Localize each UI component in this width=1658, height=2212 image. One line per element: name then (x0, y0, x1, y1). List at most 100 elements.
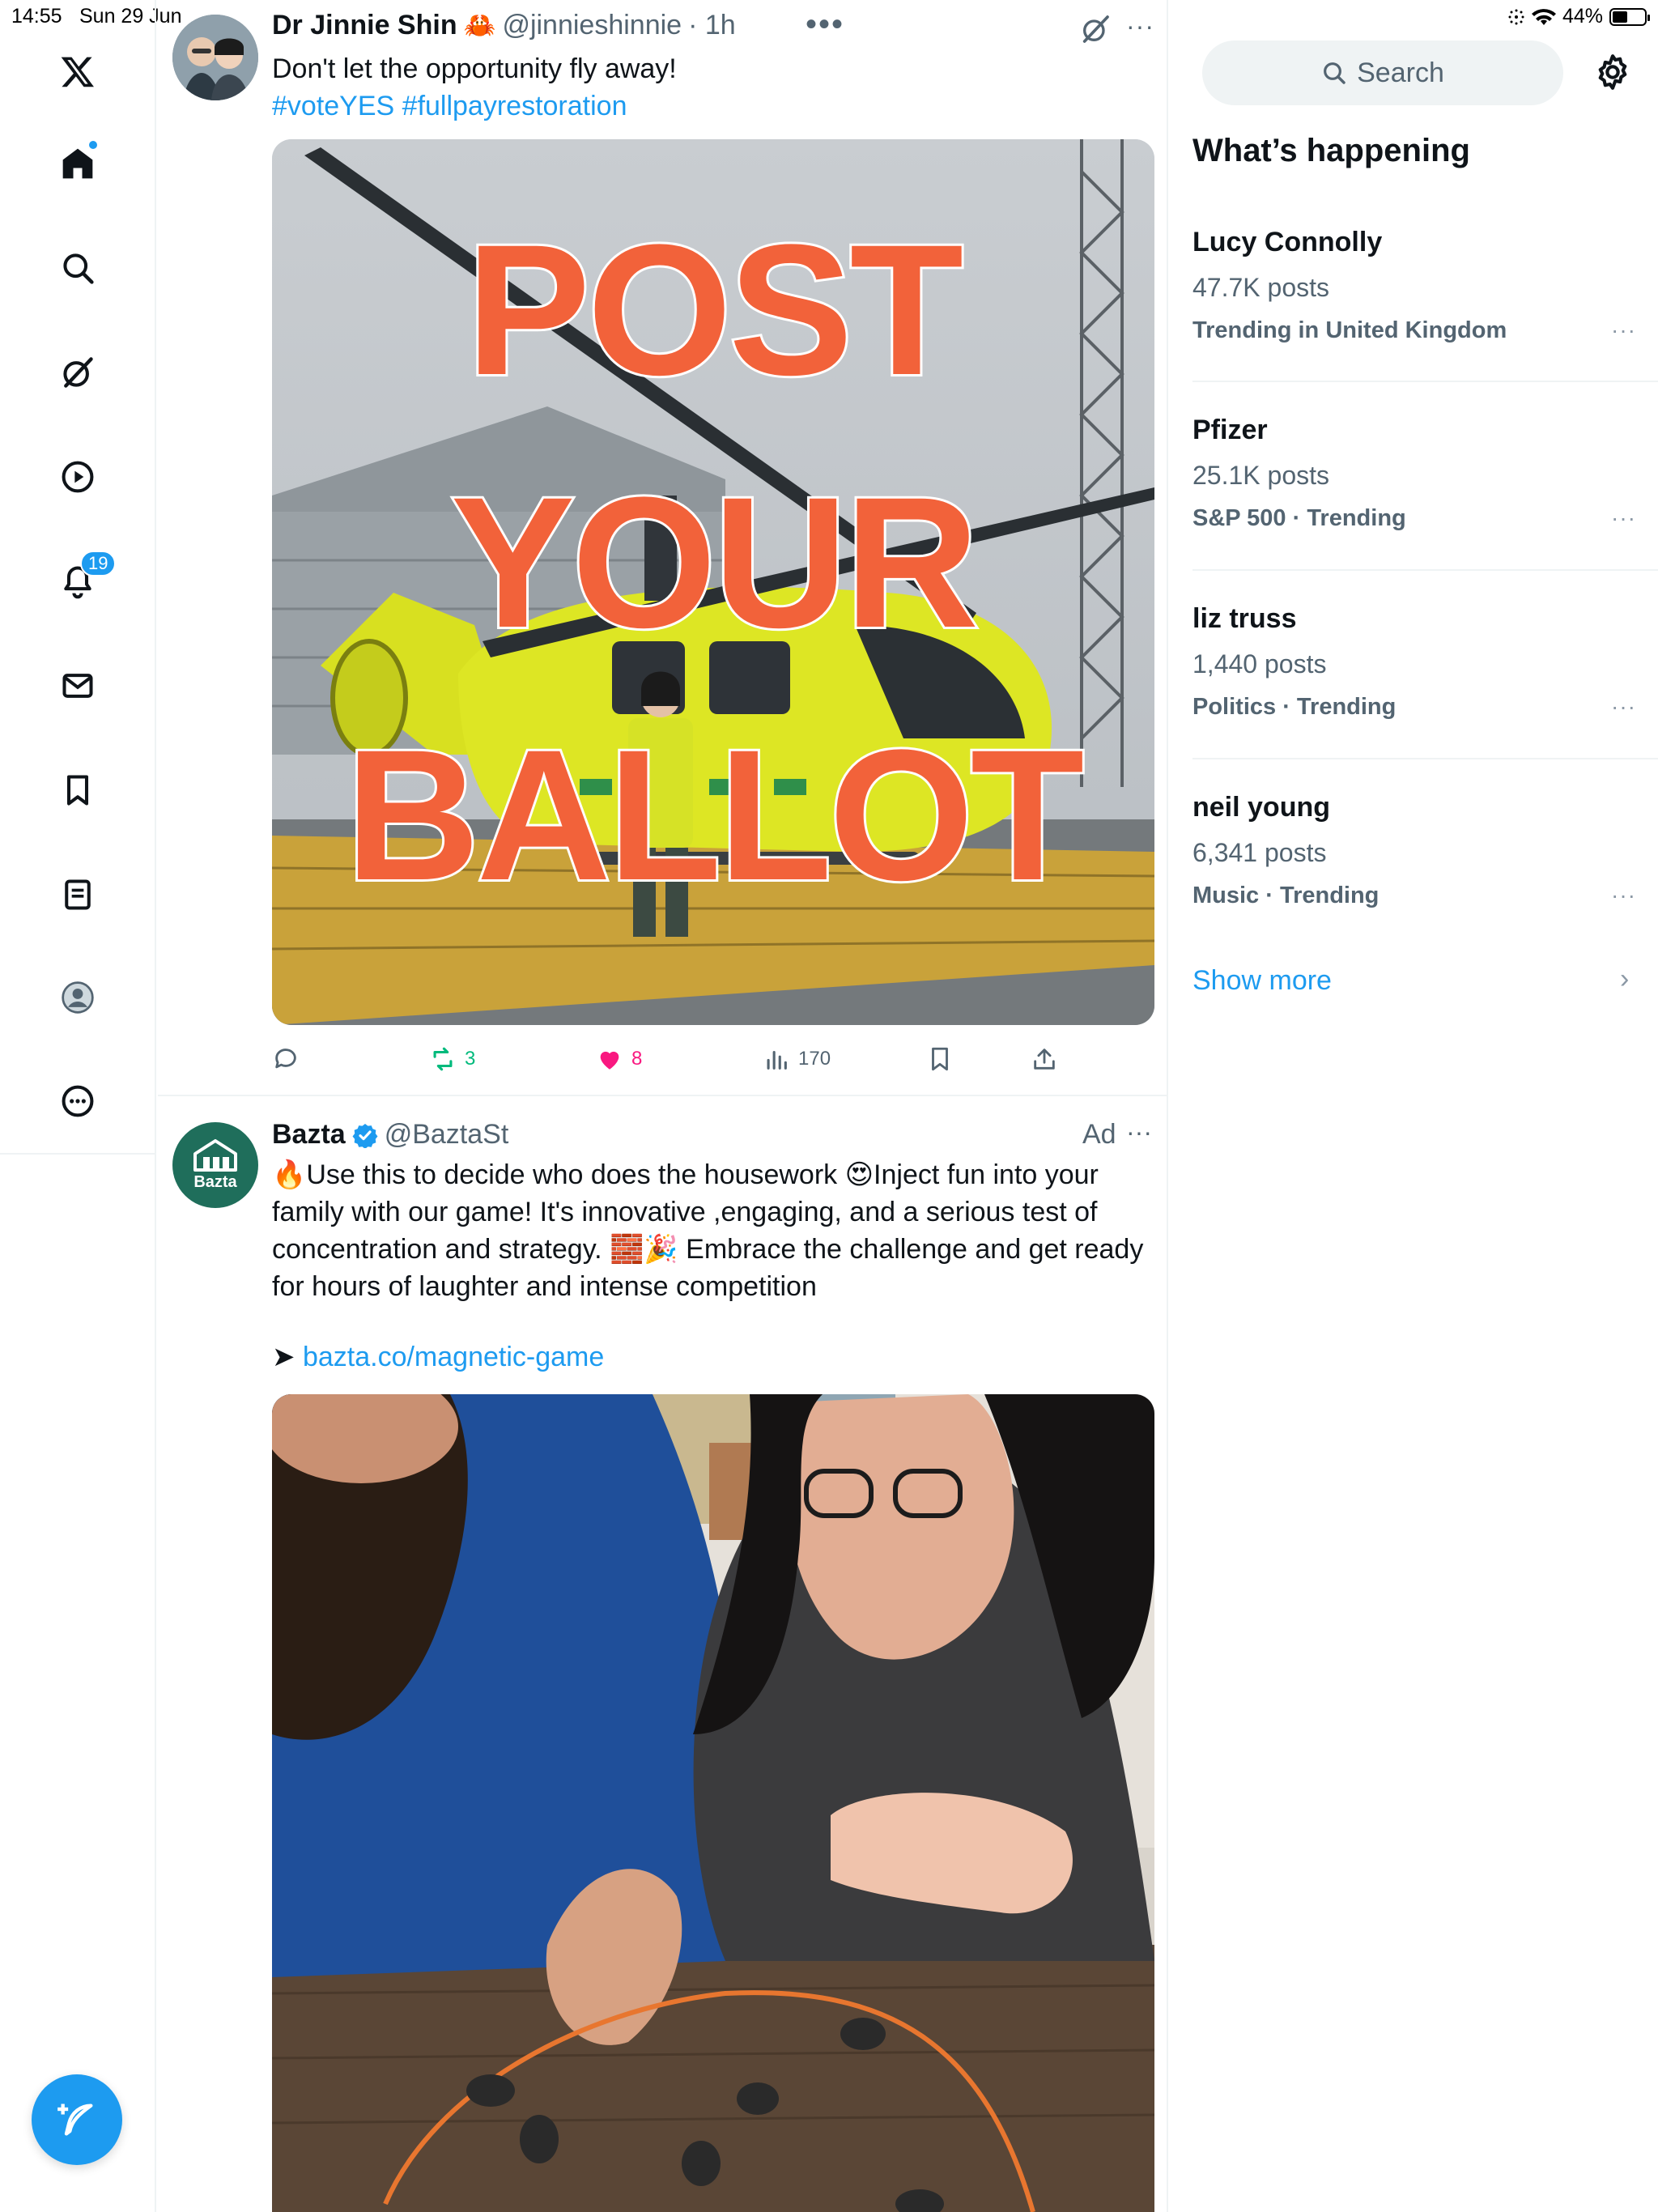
tweet-video[interactable] (272, 1394, 1154, 2212)
post-time[interactable]: · 1h (688, 10, 736, 41)
right-sidebar: Search What’s happening Lucy Connolly 47… (1170, 0, 1658, 2212)
tweet-line: concentration and strategy. 🧱🎉 Embrace t… (272, 1234, 1144, 1265)
repost-icon (433, 1047, 453, 1071)
bazta-house-icon (193, 1138, 237, 1172)
video-icon[interactable] (45, 445, 110, 509)
hashtag-links[interactable]: #voteYES #fullpayrestoration (272, 87, 1146, 125)
trend-more-icon[interactable]: ··· (1611, 694, 1636, 720)
tweet-header: Dr Jinnie Shin 🦀 @jinnieshinnie · 1h (272, 10, 736, 41)
search-placeholder: Search (1357, 57, 1444, 88)
tweet-header: Bazta @BaztaSt (272, 1119, 508, 1151)
overlay-post: POST (464, 206, 966, 414)
tweet-more-icon[interactable]: ··· (1126, 11, 1154, 41)
chevron-right-icon[interactable]: › (1620, 963, 1629, 995)
trend-posts: 1,440 posts (1192, 649, 1327, 678)
reply-icon (275, 1049, 296, 1069)
settings-gear-icon[interactable] (1592, 52, 1633, 92)
trend-divider (1192, 381, 1658, 382)
trend-context: Politics · Trending (1192, 694, 1397, 720)
bookmarks-icon[interactable] (45, 758, 110, 823)
trend-divider (1192, 758, 1658, 759)
promoted-tweet[interactable]: Bazta Bazta @BaztaSt Ad ··· 🔥Use this to… (158, 1098, 1168, 2212)
tweet-text: 🔥Use this to decide who does the housewo… (272, 1156, 1163, 1305)
avatar[interactable] (172, 15, 258, 100)
search-icon[interactable] (45, 236, 110, 300)
trend-context: S&P 500 · Trending (1192, 505, 1406, 531)
avatar-label: Bazta (193, 1172, 237, 1191)
verified-badge-icon (352, 1123, 378, 1148)
author-name[interactable]: Bazta (272, 1119, 346, 1151)
left-nav: 19 (0, 0, 156, 2212)
compose-feather-icon (57, 2104, 93, 2136)
tweet-text: Don't let the opportunity fly away! #vot… (272, 50, 1146, 125)
ad-url[interactable]: bazta.co/magnetic-game (303, 1342, 604, 1372)
heart-icon (600, 1051, 619, 1070)
more-icon[interactable] (45, 1069, 110, 1134)
video-frame (272, 1394, 1154, 2212)
trend-item[interactable]: Lucy Connolly 47.7K posts Trending in Un… (1192, 227, 1646, 348)
show-more-link[interactable]: Show more (1192, 965, 1332, 997)
messages-icon[interactable] (45, 653, 110, 718)
trend-item[interactable]: liz truss 1,440 posts Politics · Trendin… (1192, 603, 1646, 725)
ad-label: Ad (1082, 1119, 1116, 1150)
trend-item[interactable]: neil young 6,341 posts Music · Trending … (1192, 792, 1646, 913)
trend-item[interactable]: Pfizer 25.1K posts S&P 500 · Trending ··… (1192, 415, 1646, 536)
share-icon (1034, 1049, 1055, 1070)
trend-name: neil young (1192, 792, 1330, 823)
grok-icon[interactable] (1079, 13, 1112, 45)
trend-more-icon[interactable]: ··· (1611, 505, 1636, 531)
tweet[interactable]: Dr Jinnie Shin 🦀 @jinnieshinnie · 1h •••… (158, 0, 1168, 1096)
reply-button[interactable] (272, 1045, 308, 1073)
like-count: 8 (631, 1048, 643, 1070)
tweet-line: family with our game! It's innovative ,e… (272, 1197, 1098, 1227)
trend-more-icon[interactable]: ··· (1611, 317, 1636, 343)
tweet-actions: 3 8 170 (272, 1039, 1154, 1079)
trend-posts: 47.7K posts (1192, 273, 1329, 302)
timeline: Dr Jinnie Shin 🦀 @jinnieshinnie · 1h •••… (158, 0, 1168, 2212)
ad-link[interactable]: ➤ bazta.co/magnetic-game (272, 1341, 604, 1373)
views-count: 170 (798, 1048, 831, 1070)
tweet-body: Don't let the opportunity fly away! (272, 53, 677, 84)
compose-button[interactable] (32, 2074, 122, 2165)
repost-button[interactable]: 3 (429, 1045, 475, 1073)
notifications-icon[interactable]: 19 (45, 549, 117, 614)
whats-happening-title: What’s happening (1192, 133, 1470, 168)
trend-posts: 6,341 posts (1192, 838, 1327, 867)
author-emoji: 🦀 (463, 11, 496, 40)
avatar[interactable]: Bazta (172, 1122, 258, 1208)
overlay-ballot: BALLOT (343, 711, 1087, 919)
trend-context: Music · Trending (1192, 883, 1380, 908)
tweet-line: for hours of laughter and intense compet… (272, 1271, 817, 1302)
home-unread-dot (87, 139, 99, 151)
overlay-your: YOUR (449, 458, 982, 666)
drag-handle-icon[interactable]: ••• (806, 6, 844, 43)
profile-icon[interactable] (45, 965, 110, 1030)
tweet-more-icon[interactable]: ··· (1126, 1117, 1152, 1147)
bookmark-icon (932, 1047, 948, 1071)
trend-more-icon[interactable]: ··· (1611, 883, 1636, 908)
author-handle[interactable]: @jinnieshinnie (502, 10, 682, 41)
lists-icon[interactable] (45, 862, 110, 927)
views-icon (767, 1050, 787, 1070)
author-name[interactable]: Dr Jinnie Shin (272, 10, 457, 41)
views-button[interactable]: 170 (763, 1045, 831, 1073)
search-box[interactable]: Search (1202, 40, 1563, 105)
repost-count: 3 (465, 1048, 476, 1070)
trend-context: Trending in United Kingdom (1192, 317, 1507, 343)
trend-name: liz truss (1192, 603, 1297, 634)
x-logo-icon[interactable] (45, 39, 110, 104)
tweet-line: 🔥Use this to decide who does the housewo… (272, 1159, 1099, 1190)
share-button[interactable] (1031, 1045, 1058, 1073)
trend-divider (1192, 569, 1658, 571)
like-button[interactable]: 8 (596, 1045, 642, 1073)
home-icon[interactable] (45, 131, 110, 196)
grok-icon[interactable] (45, 340, 110, 405)
search-icon (1324, 62, 1346, 84)
arrow-icon: ➤ (272, 1342, 295, 1372)
tweet-image[interactable]: POST YOUR BALLOT (272, 139, 1154, 1025)
trend-name: Pfizer (1192, 415, 1268, 445)
trend-posts: 25.1K posts (1192, 461, 1329, 490)
author-handle[interactable]: @BaztaSt (385, 1119, 509, 1151)
notifications-badge: 19 (80, 551, 117, 576)
bookmark-button[interactable] (926, 1045, 954, 1073)
